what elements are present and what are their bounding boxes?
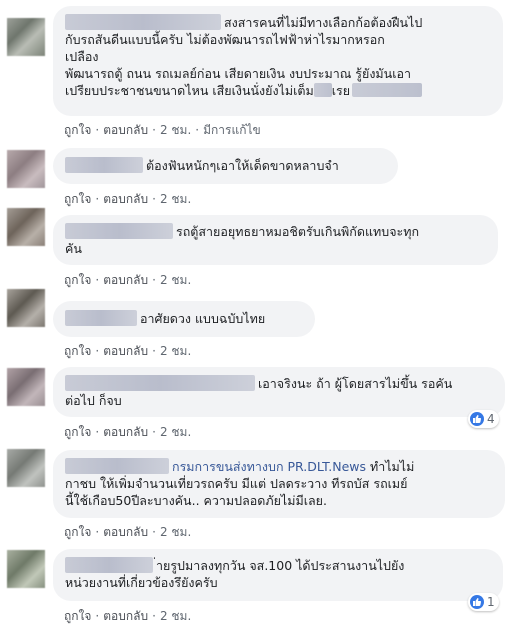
reply-link[interactable]: ตอบกลับ — [103, 123, 148, 137]
comment-actions: ถูกใจ · ตอบกลับ · 2 ชม. — [64, 190, 191, 209]
reaction-count[interactable]: 4 — [468, 410, 499, 428]
comment-text: เปลือง — [65, 49, 99, 64]
comment-text: หน่วยงานที่เกี่ยวข้องรึยังครับ — [65, 575, 218, 590]
comment-text: คัน — [65, 241, 82, 256]
separator: · — [95, 273, 100, 287]
separator: · — [95, 525, 100, 539]
like-link[interactable]: ถูกใจ — [64, 425, 91, 439]
comment-text: ต่อไป ก็จบ — [65, 393, 122, 408]
like-link[interactable]: ถูกใจ — [64, 123, 91, 137]
separator: · — [152, 123, 156, 137]
like-link[interactable]: ถูกใจ — [64, 273, 91, 287]
comment-bubble: เอาจริงนะ ถ้า ผู้โดยสารไม่ขึ้น รอคัน ต่อ… — [53, 367, 505, 417]
comment-text: รถตู้สายอยุทธยาหมอชิตรับเกินพิกัดแทบจะทุ… — [176, 224, 420, 239]
comment-bubble: อาศัยดวง แบบฉบับไทย — [53, 301, 315, 337]
separator: · — [152, 344, 156, 358]
comment-text: ทำไมไม่ — [370, 459, 415, 474]
separator: · — [152, 609, 156, 623]
timestamp[interactable]: 2 ชม. — [160, 123, 191, 137]
comment-text: อาศัยดวง แบบฉบับไทย — [140, 311, 266, 326]
reply-link[interactable]: ตอบกลับ — [103, 609, 148, 623]
like-link[interactable]: ถูกใจ — [64, 609, 91, 623]
comment-bubble: สงสารคนที่ไม่มีทางเลือกก้อต้องฝืนไป กับร… — [53, 6, 503, 116]
avatar[interactable] — [7, 289, 45, 327]
separator: · — [95, 344, 100, 358]
avatar[interactable] — [7, 368, 45, 406]
like-reaction-icon — [470, 595, 484, 609]
author-name-redacted[interactable] — [65, 223, 173, 239]
comment-bubble: ่ายรูปมาลงทุกวัน จส.100 ได้ประสานงานไปยั… — [53, 549, 503, 601]
author-name-redacted[interactable] — [65, 157, 143, 173]
timestamp[interactable]: 2 ชม. — [160, 525, 191, 539]
comment-actions: ถูกใจ · ตอบกลับ · 2 ชม. — [64, 523, 191, 542]
comment-actions: ถูกใจ · ตอบกลับ · 2 ชม. — [64, 342, 191, 361]
edited-label[interactable]: มีการแก้ไข — [203, 123, 261, 137]
reply-link[interactable]: ตอบกลับ — [103, 344, 148, 358]
reply-link[interactable]: ตอบกลับ — [103, 273, 148, 287]
reply-link[interactable]: ตอบกลับ — [103, 525, 148, 539]
comment-text: นี้ใช้เกือบ50ปีละบางคัน.. ความปลอดภัยไม่… — [65, 493, 327, 508]
reaction-number: 4 — [487, 412, 495, 426]
comment-text: สงสารคนที่ไม่มีทางเลือกก้อต้องฝืนไป — [224, 15, 423, 30]
author-name-redacted[interactable] — [65, 557, 153, 573]
comment-text: เปรียบประชาชนขนาดไหน เสียเงินนั่งยังไม่เ… — [65, 83, 314, 98]
comment-actions: ถูกใจ · ตอบกลับ · 2 ชม. — [64, 271, 191, 290]
comment-actions: ถูกใจ · ตอบกลับ · 2 ชม. · มีการแก้ไข — [64, 121, 261, 140]
reaction-number: 1 — [487, 595, 495, 609]
separator: · — [152, 525, 156, 539]
like-reaction-icon — [470, 412, 484, 426]
like-link[interactable]: ถูกใจ — [64, 525, 91, 539]
author-name-redacted[interactable] — [65, 375, 255, 391]
comment-text: เอาจริงนะ ถ้า ผู้โดยสารไม่ขึ้น รอคัน — [258, 376, 453, 391]
comment-bubble: กรมการขนส่งทางบก PR.DLT.News ทำไมไม่ กาช… — [53, 450, 505, 518]
comment-text: กาชบ ให้เพิ่มจำนวนเที่ยวรถครับ มีแต่ ปลด… — [65, 476, 408, 491]
separator: · — [152, 273, 156, 287]
comment-text: ่ายรูปมาลงทุกวัน จส.100 ได้ประสานงานไปยั… — [156, 558, 405, 573]
comment-bubble: ต้องฟันหนักๆเอาให้เด็ดขาดหลาบจำ — [53, 148, 398, 184]
reply-link[interactable]: ตอบกลับ — [103, 192, 148, 206]
reply-link[interactable]: ตอบกลับ — [103, 425, 148, 439]
comment-actions: ถูกใจ · ตอบกลับ · 2 ชม. — [64, 607, 191, 626]
reaction-count[interactable]: 1 — [468, 593, 499, 611]
separator: · — [195, 123, 200, 137]
timestamp[interactable]: 2 ชม. — [160, 344, 191, 358]
page-mention-link[interactable]: กรมการขนส่งทางบก PR.DLT.News — [172, 459, 366, 474]
avatar[interactable] — [7, 208, 45, 246]
separator: · — [95, 123, 100, 137]
comment-text: พัฒนารถตู้ ถนน รถเมลย์ก่อน เสียดายเงิน ง… — [65, 66, 412, 81]
comment-text: เรย — [331, 83, 351, 98]
like-link[interactable]: ถูกใจ — [64, 344, 91, 358]
timestamp[interactable]: 2 ชม. — [160, 425, 191, 439]
author-name-redacted[interactable] — [65, 14, 221, 30]
redacted-text — [313, 83, 332, 97]
separator: · — [95, 609, 100, 623]
comment-text: กับรถสันดีนแบบนี้ครับ ไม่ต้องพัฒนารถไฟฟ้… — [65, 32, 385, 47]
avatar[interactable] — [7, 550, 45, 588]
timestamp[interactable]: 2 ชม. — [160, 609, 191, 623]
comment-actions: ถูกใจ · ตอบกลับ · 2 ชม. — [64, 423, 191, 442]
comment-text: ต้องฟันหนักๆเอาให้เด็ดขาดหลาบจำ — [146, 158, 339, 173]
separator: · — [95, 192, 100, 206]
author-name-redacted[interactable] — [65, 458, 169, 474]
like-link[interactable]: ถูกใจ — [64, 192, 91, 206]
avatar[interactable] — [7, 150, 45, 188]
avatar[interactable] — [7, 449, 45, 487]
separator: · — [95, 425, 100, 439]
separator: · — [152, 192, 156, 206]
author-name-redacted[interactable] — [65, 310, 137, 326]
avatar[interactable] — [7, 18, 45, 56]
comment-bubble: รถตู้สายอยุทธยาหมอชิตรับเกินพิกัดแทบจะทุ… — [53, 215, 498, 265]
timestamp[interactable]: 2 ชม. — [160, 273, 191, 287]
redacted-text — [352, 83, 423, 97]
separator: · — [152, 425, 156, 439]
timestamp[interactable]: 2 ชม. — [160, 192, 191, 206]
